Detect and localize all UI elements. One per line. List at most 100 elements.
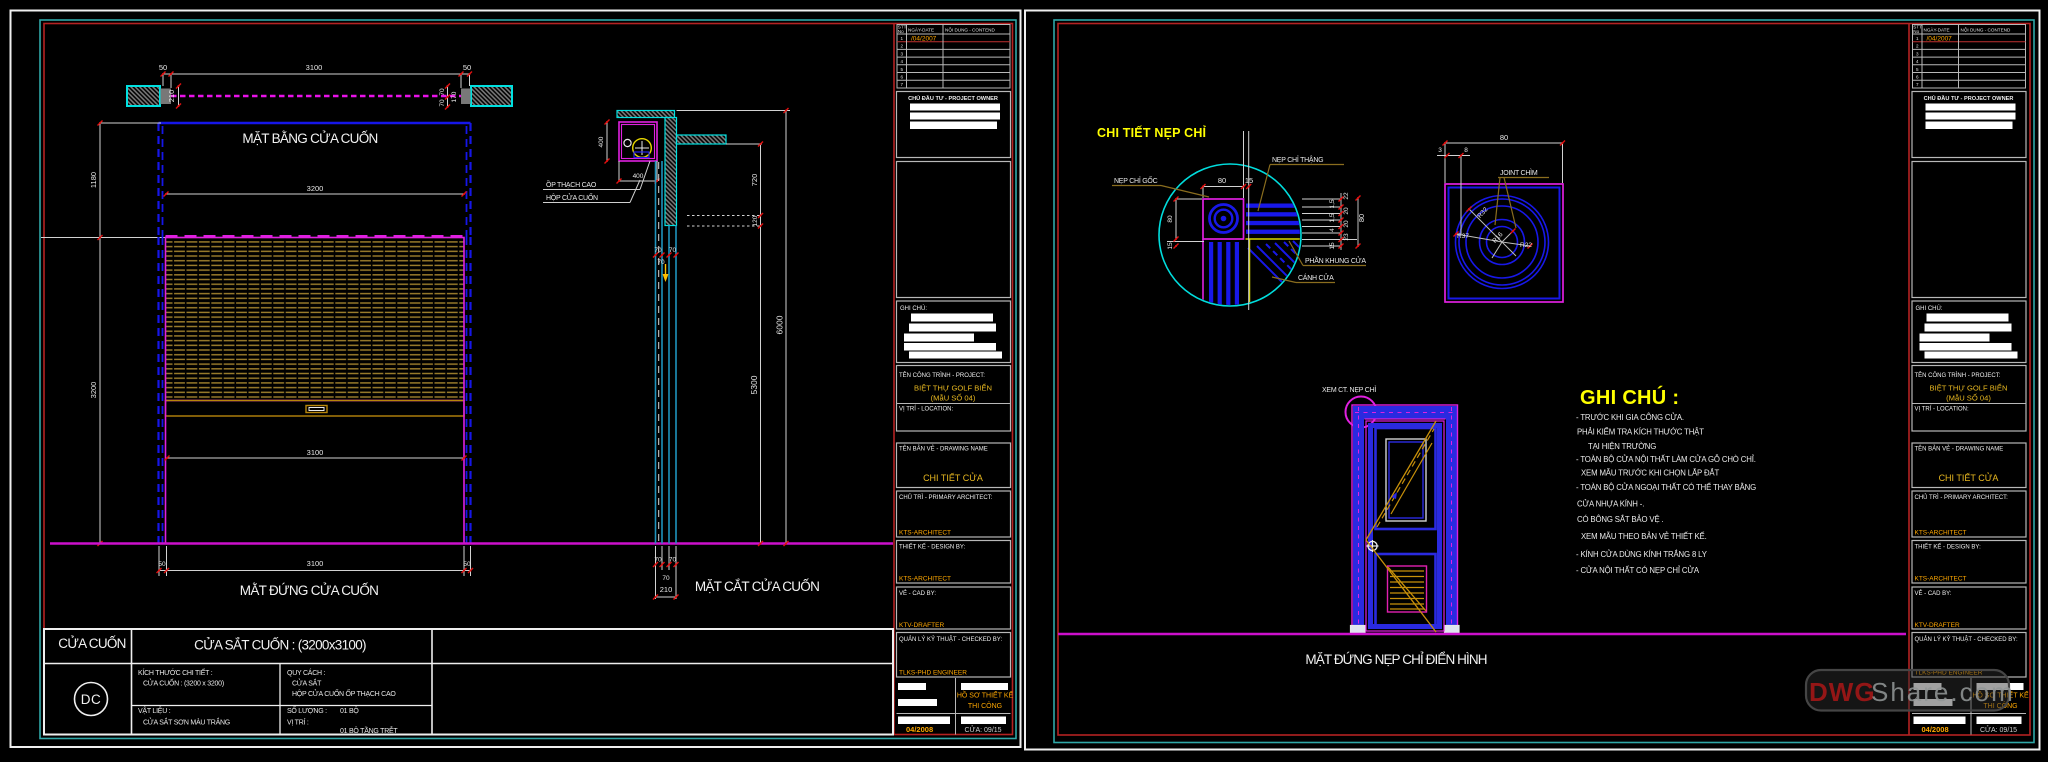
svg-text:VỊ TRÍ :: VỊ TRÍ :: [287, 718, 309, 727]
svg-text:3100: 3100: [307, 559, 324, 568]
svg-text:04/2008: 04/2008: [906, 725, 933, 734]
svg-text:01 BỘ: 01 BỘ: [340, 706, 359, 715]
svg-text:QUY CÁCH :: QUY CÁCH :: [287, 668, 326, 677]
svg-text:720: 720: [750, 174, 759, 187]
svg-text:1,5: 1,5: [1329, 213, 1336, 222]
svg-text:KTS-ARCHITECT: KTS-ARCHITECT: [899, 576, 951, 583]
svg-text:- TOÀN BỘ CỬA NGOẠI THẤT CÓ TH: - TOÀN BỘ CỬA NGOẠI THẤT CÓ THỂ THAY BẰN…: [1576, 482, 1756, 492]
svg-text:4: 4: [901, 59, 904, 64]
svg-text:(MẫU SỐ 04): (MẫU SỐ 04): [931, 393, 976, 403]
svg-text:70: 70: [669, 557, 677, 564]
svg-text:6: 6: [901, 75, 904, 80]
svg-text:- KÍNH CỬA DÙNG KÍNH TRẮNG 8 L: - KÍNH CỬA DÙNG KÍNH TRẮNG 8 LY: [1576, 550, 1708, 559]
svg-text:VỊ TRÍ - LOCATION:: VỊ TRÍ - LOCATION:: [899, 406, 953, 413]
svg-text:3100: 3100: [307, 448, 324, 457]
svg-text:7: 7: [901, 82, 904, 87]
svg-text:50: 50: [463, 63, 471, 72]
svg-text:210: 210: [660, 585, 673, 594]
svg-text:MẶT CẮT CỬA CUỐN: MẶT CẮT CỬA CUỐN: [695, 579, 819, 594]
svg-text:50: 50: [159, 63, 167, 72]
svg-text:KTS-ARCHITECT: KTS-ARCHITECT: [899, 530, 951, 537]
svg-text:CỬA SẮT CUỐN : (3200x3100): CỬA SẮT CUỐN : (3200x3100): [194, 638, 366, 653]
svg-text:TẠI HIỆN TRƯỜNG: TẠI HIỆN TRƯỜNG: [1588, 442, 1656, 451]
svg-text:70: 70: [654, 247, 662, 254]
svg-text:CÓ BÔNG SẮT BẢO VỆ .: CÓ BÔNG SẮT BẢO VỆ .: [1577, 515, 1664, 524]
svg-text:TÊN CÔNG TRÌNH - PROJECT:: TÊN CÔNG TRÌNH - PROJECT:: [899, 371, 985, 379]
svg-text:22: 22: [1343, 192, 1350, 200]
svg-text:CHỦ TRÌ - PRIMARY ARCHITECT:: CHỦ TRÌ - PRIMARY ARCHITECT:: [899, 494, 993, 501]
svg-text:CHỦ ĐẦU TƯ - PROJECT OWNER: CHỦ ĐẦU TƯ - PROJECT OWNER: [908, 95, 998, 102]
svg-text:3100: 3100: [306, 63, 323, 72]
svg-text:Share.com: Share.com: [1871, 677, 2015, 707]
svg-text:1180: 1180: [89, 172, 98, 188]
svg-text:70: 70: [662, 575, 670, 582]
svg-text:MẶT ĐỨNG NẸP CHỈ ĐIỂN HÌNH: MẶT ĐỨNG NẸP CHỈ ĐIỂN HÌNH: [1305, 652, 1486, 667]
svg-text:170: 170: [451, 91, 458, 102]
svg-text:CỬA CUỐN: CỬA CUỐN: [58, 636, 125, 651]
svg-text:CHI TIẾT NẸP CHỈ: CHI TIẾT NẸP CHỈ: [1097, 125, 1207, 140]
svg-text:2: 2: [901, 44, 904, 49]
svg-text:THI CÔNG: THI CÔNG: [968, 701, 1002, 710]
svg-text:- TOÀN BỘ CỬA NỘI THẤT LÀM CỬA: - TOÀN BỘ CỬA NỘI THẤT LÀM CỬA GỖ CHÒ CH…: [1576, 454, 1756, 464]
svg-text:NGÀY-DATE: NGÀY-DATE: [908, 27, 934, 33]
svg-text:GHI CHÚ:: GHI CHÚ:: [900, 305, 927, 312]
svg-text:70: 70: [439, 88, 446, 96]
svg-text:KTV-DRAFTER: KTV-DRAFTER: [899, 622, 944, 629]
svg-text:NẸP CHỈ THẬNG: NẸP CHỈ THẬNG: [1272, 155, 1323, 164]
svg-text:PHẢI KIỂM TRA KÍCH THƯỚC THẬT: PHẢI KIỂM TRA KÍCH THƯỚC THẬT: [1577, 428, 1704, 437]
svg-text:JOINT CHÌM: JOINT CHÌM: [1500, 168, 1538, 177]
svg-text:NỘI DUNG - CONTEND: NỘI DUNG - CONTEND: [945, 27, 995, 33]
svg-text:20: 20: [1343, 207, 1350, 215]
svg-text:CỬA SẮT: CỬA SẮT: [292, 679, 322, 688]
svg-text:5300: 5300: [749, 375, 759, 394]
svg-text:DC: DC: [81, 692, 102, 707]
svg-text:VẺ - CAD BY:: VẺ - CAD BY:: [899, 590, 936, 597]
svg-text:QUẢN LÝ KỶ THUẬT - CHECKED BY:: QUẢN LÝ KỶ THUẬT - CHECKED BY:: [899, 636, 1002, 643]
svg-text:R37: R37: [1457, 233, 1469, 240]
svg-text:TLKS-PHD ENGINEER: TLKS-PHD ENGINEER: [899, 670, 967, 677]
svg-text:20: 20: [1343, 220, 1350, 228]
svg-text:15: 15: [1329, 242, 1336, 250]
svg-text:50: 50: [158, 561, 166, 568]
svg-text:CÁNH CỬA: CÁNH CỬA: [1298, 273, 1334, 282]
svg-text:CHI TIẾT CỬA: CHI TIẾT CỬA: [923, 472, 983, 483]
svg-text:15: 15: [1245, 176, 1253, 185]
svg-text:400: 400: [598, 136, 605, 147]
svg-text:23: 23: [1343, 233, 1350, 241]
svg-text:210: 210: [167, 90, 176, 103]
svg-text:8: 8: [1464, 147, 1468, 154]
svg-text:1: 1: [901, 36, 904, 41]
svg-text:70: 70: [654, 557, 662, 564]
svg-text:120: 120: [752, 215, 759, 226]
svg-text:XEM MẪU THEO BẢN VẺ THIẾT KẾ.: XEM MẪU THEO BẢN VẺ THIẾT KẾ.: [1581, 531, 1707, 541]
svg-text:R22: R22: [1520, 242, 1532, 249]
svg-text:MẶT BẰNG CỬA CUỐN: MẶT BẰNG CỬA CUỐN: [242, 131, 377, 146]
svg-text:70: 70: [669, 247, 677, 254]
svg-text:GHI CHÚ :: GHI CHÚ :: [1580, 385, 1679, 409]
svg-text:/04/2007: /04/2007: [911, 35, 937, 42]
svg-text:80: 80: [1357, 214, 1366, 222]
svg-text:- TRƯỚC KHI GIA CÔNG CỬA.: - TRƯỚC KHI GIA CÔNG CỬA.: [1576, 413, 1684, 422]
svg-text:CỬA SẮT SƠN MÀU TRẮNG: CỬA SẮT SƠN MÀU TRẮNG: [143, 718, 230, 727]
svg-text:- CỬA NỘI THẤT CÓ NẸP CHỈ CỬA: - CỬA NỘI THẤT CÓ NẸP CHỈ CỬA: [1576, 565, 1700, 575]
svg-text:DWG: DWG: [1809, 677, 1876, 707]
svg-text:No: No: [898, 29, 904, 34]
svg-text:CỬA NHỰA KÍNH -.: CỬA NHỰA KÍNH -.: [1577, 500, 1644, 509]
svg-text:3: 3: [901, 51, 904, 56]
svg-text:3200: 3200: [89, 382, 98, 399]
svg-text:70: 70: [657, 259, 665, 266]
svg-text:80: 80: [1167, 215, 1174, 223]
svg-text:XEM CT. NẸP CHỈ: XEM CT. NẸP CHỈ: [1322, 385, 1376, 394]
svg-text:1,5: 1,5: [1329, 199, 1336, 208]
svg-text:XEM MẪU TRƯỚC KHI CHỌN LẮP ĐẮT: XEM MẪU TRƯỚC KHI CHỌN LẮP ĐẮT: [1581, 469, 1719, 478]
svg-text:BIỆT THỰ GOLF BIỂN: BIỆT THỰ GOLF BIỂN: [914, 384, 992, 393]
svg-text:3: 3: [1438, 147, 1442, 154]
svg-text:MẰT ĐỨNG CỬA CUỐN: MẰT ĐỨNG CỬA CUỐN: [240, 583, 378, 598]
svg-text:TÊN BẢN VẺ - DRAWING NAME: TÊN BẢN VẺ - DRAWING NAME: [899, 445, 988, 453]
svg-text:70: 70: [439, 99, 446, 107]
svg-text:THIẾT KẾ - DESIGN BY:: THIẾT KẾ - DESIGN BY:: [899, 544, 966, 551]
svg-text:CỬA: 09/15: CỬA: 09/15: [964, 725, 1001, 734]
svg-text:15: 15: [1167, 242, 1174, 250]
svg-text:80: 80: [1500, 133, 1508, 142]
svg-text:3200: 3200: [307, 184, 324, 193]
